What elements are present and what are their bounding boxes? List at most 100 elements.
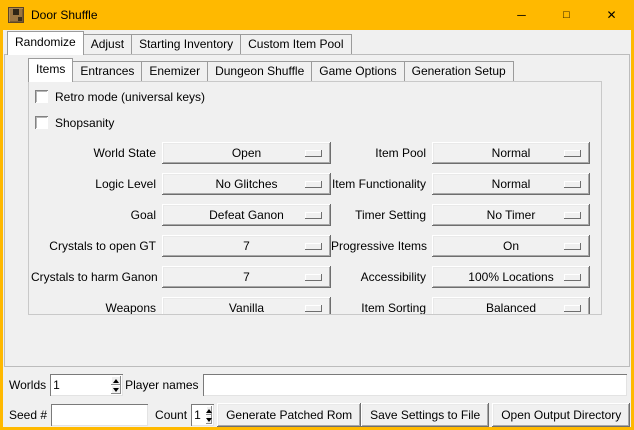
spin-down-button[interactable] bbox=[111, 385, 121, 394]
shopsanity-checkbox[interactable] bbox=[35, 116, 48, 129]
main-tab-bar: Randomize Adjust Starting Inventory Cust… bbox=[3, 30, 631, 54]
arrow-up-icon bbox=[206, 409, 212, 413]
window-title: Door Shuffle bbox=[31, 8, 98, 22]
spin-up-button[interactable] bbox=[206, 406, 212, 415]
tab-entrances[interactable]: Entrances bbox=[72, 61, 142, 81]
item-pool-dropdown[interactable]: Normal bbox=[432, 142, 590, 164]
item-pool-value: Normal bbox=[492, 146, 531, 160]
close-icon[interactable]: ✕ bbox=[589, 0, 634, 30]
tab-items[interactable]: Items bbox=[28, 58, 73, 82]
shopsanity-label: Shopsanity bbox=[55, 116, 114, 130]
tab-generation-setup[interactable]: Generation Setup bbox=[404, 61, 514, 81]
tab-items-label: Items bbox=[36, 62, 65, 76]
item-sorting-label: Item Sorting bbox=[331, 301, 432, 315]
option-row: Logic Level No Glitches Item Functionali… bbox=[29, 173, 601, 195]
item-pool-label: Item Pool bbox=[331, 146, 432, 160]
timer-setting-dropdown[interactable]: No Timer bbox=[432, 204, 590, 226]
tab-randomize-label: Randomize bbox=[15, 35, 76, 49]
accessibility-dropdown[interactable]: 100% Locations bbox=[432, 266, 590, 288]
door-icon bbox=[8, 7, 24, 23]
shopsanity-checkbox-row[interactable]: Shopsanity bbox=[35, 116, 601, 130]
tab-enemizer[interactable]: Enemizer bbox=[141, 61, 208, 81]
progressive-items-value: On bbox=[503, 239, 519, 253]
arrow-down-icon bbox=[113, 388, 119, 392]
items-page: Retro mode (universal keys) Shopsanity W… bbox=[28, 81, 602, 315]
spin-up-button[interactable] bbox=[111, 376, 121, 385]
dropdown-indicator-icon bbox=[564, 212, 581, 219]
app-window: Door Shuffle ─ □ ✕ Randomize Adjust Star… bbox=[0, 0, 634, 430]
weapons-dropdown[interactable]: Vanilla bbox=[162, 297, 331, 315]
sub-tab-bar: Items Entrances Enemizer Dungeon Shuffle… bbox=[28, 57, 629, 81]
dropdown-indicator-icon bbox=[305, 305, 322, 312]
count-input[interactable] bbox=[191, 404, 204, 426]
weapons-value: Vanilla bbox=[229, 301, 264, 315]
options-grid: World State Open Item Pool Normal Logic … bbox=[29, 142, 601, 315]
logic-level-label: Logic Level bbox=[31, 177, 162, 191]
dropdown-indicator-icon bbox=[305, 274, 322, 281]
world-state-dropdown[interactable]: Open bbox=[162, 142, 331, 164]
tab-generation-setup-label: Generation Setup bbox=[412, 64, 506, 78]
retro-mode-checkbox[interactable] bbox=[35, 90, 48, 103]
save-settings-button[interactable]: Save Settings to File bbox=[361, 403, 489, 427]
dropdown-indicator-icon bbox=[564, 181, 581, 188]
worlds-spinbox[interactable] bbox=[50, 374, 123, 396]
door-icon-emblem bbox=[13, 9, 19, 15]
tab-game-options[interactable]: Game Options bbox=[311, 61, 404, 81]
sub-tab-bar-wrap: Items Entrances Enemizer Dungeon Shuffle… bbox=[5, 55, 629, 81]
logic-level-dropdown[interactable]: No Glitches bbox=[162, 173, 331, 195]
weapons-label: Weapons bbox=[31, 301, 162, 315]
crystals-open-gt-value: 7 bbox=[243, 239, 250, 253]
goal-dropdown[interactable]: Defeat Ganon bbox=[162, 204, 331, 226]
seed-input[interactable] bbox=[51, 404, 148, 426]
player-names-label: Player names bbox=[123, 378, 202, 392]
dropdown-indicator-icon bbox=[305, 181, 322, 188]
tab-dungeon-shuffle-label: Dungeon Shuffle bbox=[215, 64, 304, 78]
tab-starting-inventory[interactable]: Starting Inventory bbox=[131, 34, 241, 54]
option-row: World State Open Item Pool Normal bbox=[29, 142, 601, 164]
tab-randomize[interactable]: Randomize bbox=[7, 31, 84, 55]
tab-dungeon-shuffle[interactable]: Dungeon Shuffle bbox=[207, 61, 312, 81]
goal-label: Goal bbox=[31, 208, 162, 222]
progressive-items-dropdown[interactable]: On bbox=[432, 235, 590, 257]
retro-mode-label: Retro mode (universal keys) bbox=[55, 90, 205, 104]
generate-patched-rom-button[interactable]: Generate Patched Rom bbox=[217, 403, 361, 427]
dropdown-indicator-icon bbox=[305, 150, 322, 157]
tab-adjust[interactable]: Adjust bbox=[83, 34, 132, 54]
worlds-input[interactable] bbox=[50, 374, 109, 396]
crystals-open-gt-label: Crystals to open GT bbox=[31, 239, 162, 253]
dropdown-indicator-icon bbox=[305, 243, 322, 250]
item-functionality-value: Normal bbox=[492, 177, 531, 191]
minimize-icon[interactable]: ─ bbox=[499, 0, 544, 30]
count-spin-arrows bbox=[204, 404, 214, 426]
accessibility-label: Accessibility bbox=[331, 270, 432, 284]
player-names-input[interactable] bbox=[203, 374, 628, 396]
tab-adjust-label: Adjust bbox=[91, 37, 124, 51]
crystals-harm-ganon-dropdown[interactable]: 7 bbox=[162, 266, 331, 288]
caption-buttons: ─ □ ✕ bbox=[499, 0, 634, 30]
item-sorting-dropdown[interactable]: Balanced bbox=[432, 297, 590, 315]
world-state-value: Open bbox=[232, 146, 261, 160]
dropdown-indicator-icon bbox=[305, 212, 322, 219]
worlds-label: Worlds bbox=[7, 378, 50, 392]
spin-down-button[interactable] bbox=[206, 415, 212, 424]
dropdown-indicator-icon bbox=[564, 243, 581, 250]
progressive-items-label: Progressive Items bbox=[331, 239, 432, 253]
count-label: Count bbox=[148, 408, 191, 422]
bottom-controls: Worlds Player names Seed # Count bbox=[3, 367, 631, 427]
world-state-label: World State bbox=[31, 146, 162, 160]
tab-custom-item-pool-label: Custom Item Pool bbox=[248, 37, 343, 51]
goal-value: Defeat Ganon bbox=[209, 208, 284, 222]
arrow-down-icon bbox=[206, 418, 212, 422]
option-row: Goal Defeat Ganon Timer Setting No Timer bbox=[29, 204, 601, 226]
tab-custom-item-pool[interactable]: Custom Item Pool bbox=[240, 34, 351, 54]
item-functionality-label: Item Functionality bbox=[331, 177, 432, 191]
dropdown-indicator-icon bbox=[564, 305, 581, 312]
open-output-directory-button[interactable]: Open Output Directory bbox=[492, 403, 630, 427]
logic-level-value: No Glitches bbox=[215, 177, 277, 191]
maximize-icon[interactable]: □ bbox=[544, 0, 589, 30]
crystals-open-gt-dropdown[interactable]: 7 bbox=[162, 235, 331, 257]
item-functionality-dropdown[interactable]: Normal bbox=[432, 173, 590, 195]
retro-mode-checkbox-row[interactable]: Retro mode (universal keys) bbox=[35, 90, 601, 104]
count-spinbox[interactable] bbox=[191, 404, 214, 426]
crystals-harm-ganon-value: 7 bbox=[243, 270, 250, 284]
